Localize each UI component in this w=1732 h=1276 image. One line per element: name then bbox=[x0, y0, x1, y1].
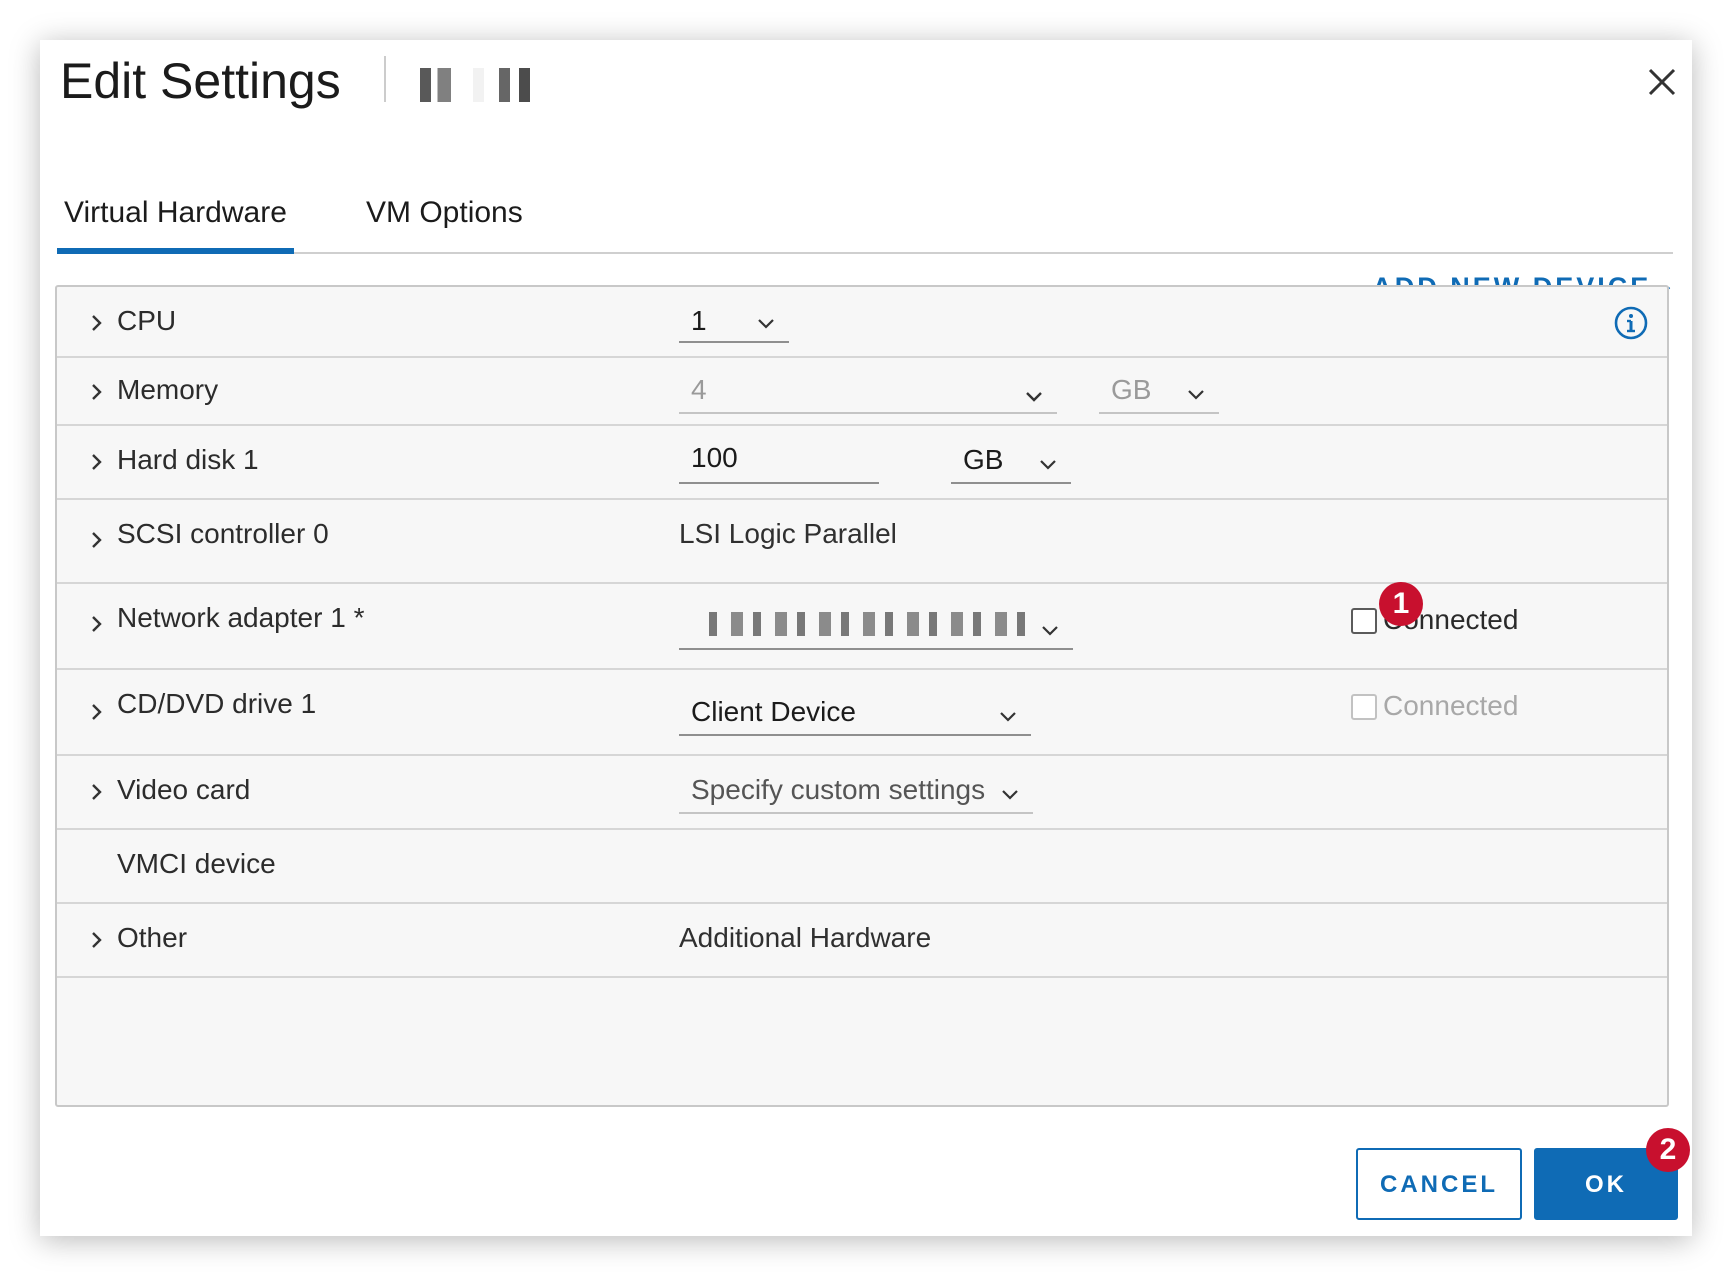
hard-disk-unit: GB bbox=[963, 444, 1004, 475]
memory-unit: GB bbox=[1111, 374, 1152, 405]
title-separator bbox=[384, 56, 386, 102]
row-label: CPU bbox=[117, 305, 177, 336]
expand-chevron-icon[interactable] bbox=[85, 528, 109, 552]
expand-chevron-icon[interactable] bbox=[85, 928, 109, 952]
memory-value: 4 bbox=[691, 374, 707, 405]
chevron-down-icon bbox=[997, 702, 1019, 724]
network-name-redacted bbox=[709, 612, 1029, 636]
row-scsi-controller: SCSI controller 0 LSI Logic Parallel bbox=[57, 500, 1667, 584]
annotation-badge-1: 1 bbox=[1379, 582, 1423, 626]
dialog-title: Edit Settings bbox=[60, 53, 341, 109]
row-memory: Memory 4 GB bbox=[57, 358, 1667, 426]
memory-unit-select: GB bbox=[1099, 368, 1219, 414]
chevron-down-icon bbox=[1037, 450, 1059, 472]
chevron-down-icon bbox=[1039, 616, 1061, 638]
hard-disk-unit-select[interactable]: GB bbox=[951, 436, 1071, 484]
tab-virtual-hardware[interactable]: Virtual Hardware bbox=[57, 196, 294, 254]
dialog-header: Edit Settings bbox=[40, 40, 1692, 160]
annotation-badge-2: 2 bbox=[1646, 1128, 1690, 1172]
row-label: Memory bbox=[117, 374, 219, 405]
close-button[interactable] bbox=[1642, 62, 1682, 102]
expand-chevron-icon[interactable] bbox=[85, 380, 109, 404]
row-label: Video card bbox=[117, 774, 251, 805]
video-card-value: Specify custom settings bbox=[691, 774, 986, 805]
tab-vm-options[interactable]: VM Options bbox=[359, 196, 530, 230]
tab-bar: Virtual Hardware VM Options bbox=[57, 178, 1673, 254]
row-label: SCSI controller 0 bbox=[117, 518, 329, 549]
row-vmci-device: VMCI device bbox=[57, 830, 1667, 904]
cd-dvd-connected-checkbox bbox=[1351, 694, 1377, 720]
scsi-type: LSI Logic Parallel bbox=[679, 518, 897, 549]
cd-dvd-value: Client Device bbox=[691, 696, 856, 727]
network-select[interactable] bbox=[679, 602, 1073, 650]
memory-select: 4 bbox=[679, 368, 1057, 414]
row-cd-dvd-drive: CD/DVD drive 1 Client Device Connected bbox=[57, 670, 1667, 756]
hardware-grid: CPU 1 Memory 4 GB Hard disk 1 100 GB SCS… bbox=[55, 285, 1669, 1107]
row-other: Other Additional Hardware bbox=[57, 904, 1667, 978]
edit-settings-dialog: Edit Settings Virtual Hardware VM Option… bbox=[40, 40, 1692, 1236]
chevron-down-icon bbox=[999, 780, 1021, 802]
expand-chevron-icon[interactable] bbox=[85, 780, 109, 804]
video-card-select[interactable]: Specify custom settings bbox=[679, 764, 1033, 814]
expand-chevron-icon[interactable] bbox=[85, 450, 109, 474]
network-connected-checkbox[interactable] bbox=[1351, 608, 1377, 634]
row-hard-disk: Hard disk 1 100 GB bbox=[57, 426, 1667, 500]
hard-disk-size-input[interactable]: 100 bbox=[679, 436, 879, 484]
row-label: CD/DVD drive 1 bbox=[117, 688, 317, 719]
close-icon bbox=[1648, 68, 1676, 96]
row-video-card: Video card Specify custom settings bbox=[57, 756, 1667, 830]
chevron-down-icon bbox=[1023, 382, 1045, 404]
other-value: Additional Hardware bbox=[679, 922, 932, 953]
expand-chevron-icon[interactable] bbox=[85, 700, 109, 724]
hard-disk-size-value: 100 bbox=[691, 442, 738, 473]
row-cpu: CPU 1 bbox=[57, 287, 1667, 358]
info-icon[interactable] bbox=[1613, 305, 1649, 341]
chevron-down-icon bbox=[1185, 380, 1207, 402]
expand-chevron-icon[interactable] bbox=[85, 612, 109, 636]
vm-name-redacted bbox=[420, 68, 530, 102]
cpu-select[interactable]: 1 bbox=[679, 299, 789, 343]
cd-dvd-connected-label: Connected bbox=[1383, 690, 1519, 721]
cd-dvd-select[interactable]: Client Device bbox=[679, 688, 1031, 736]
row-network-adapter: Network adapter 1 * Connected bbox=[57, 584, 1667, 670]
row-label: Hard disk 1 bbox=[117, 444, 259, 475]
chevron-down-icon bbox=[755, 309, 777, 331]
row-label: VMCI device bbox=[117, 848, 276, 879]
row-label: Network adapter 1 * bbox=[117, 602, 365, 633]
cancel-button[interactable]: CANCEL bbox=[1356, 1148, 1522, 1220]
expand-chevron-icon[interactable] bbox=[85, 311, 109, 335]
row-label: Other bbox=[117, 922, 188, 953]
cpu-value: 1 bbox=[691, 305, 707, 336]
